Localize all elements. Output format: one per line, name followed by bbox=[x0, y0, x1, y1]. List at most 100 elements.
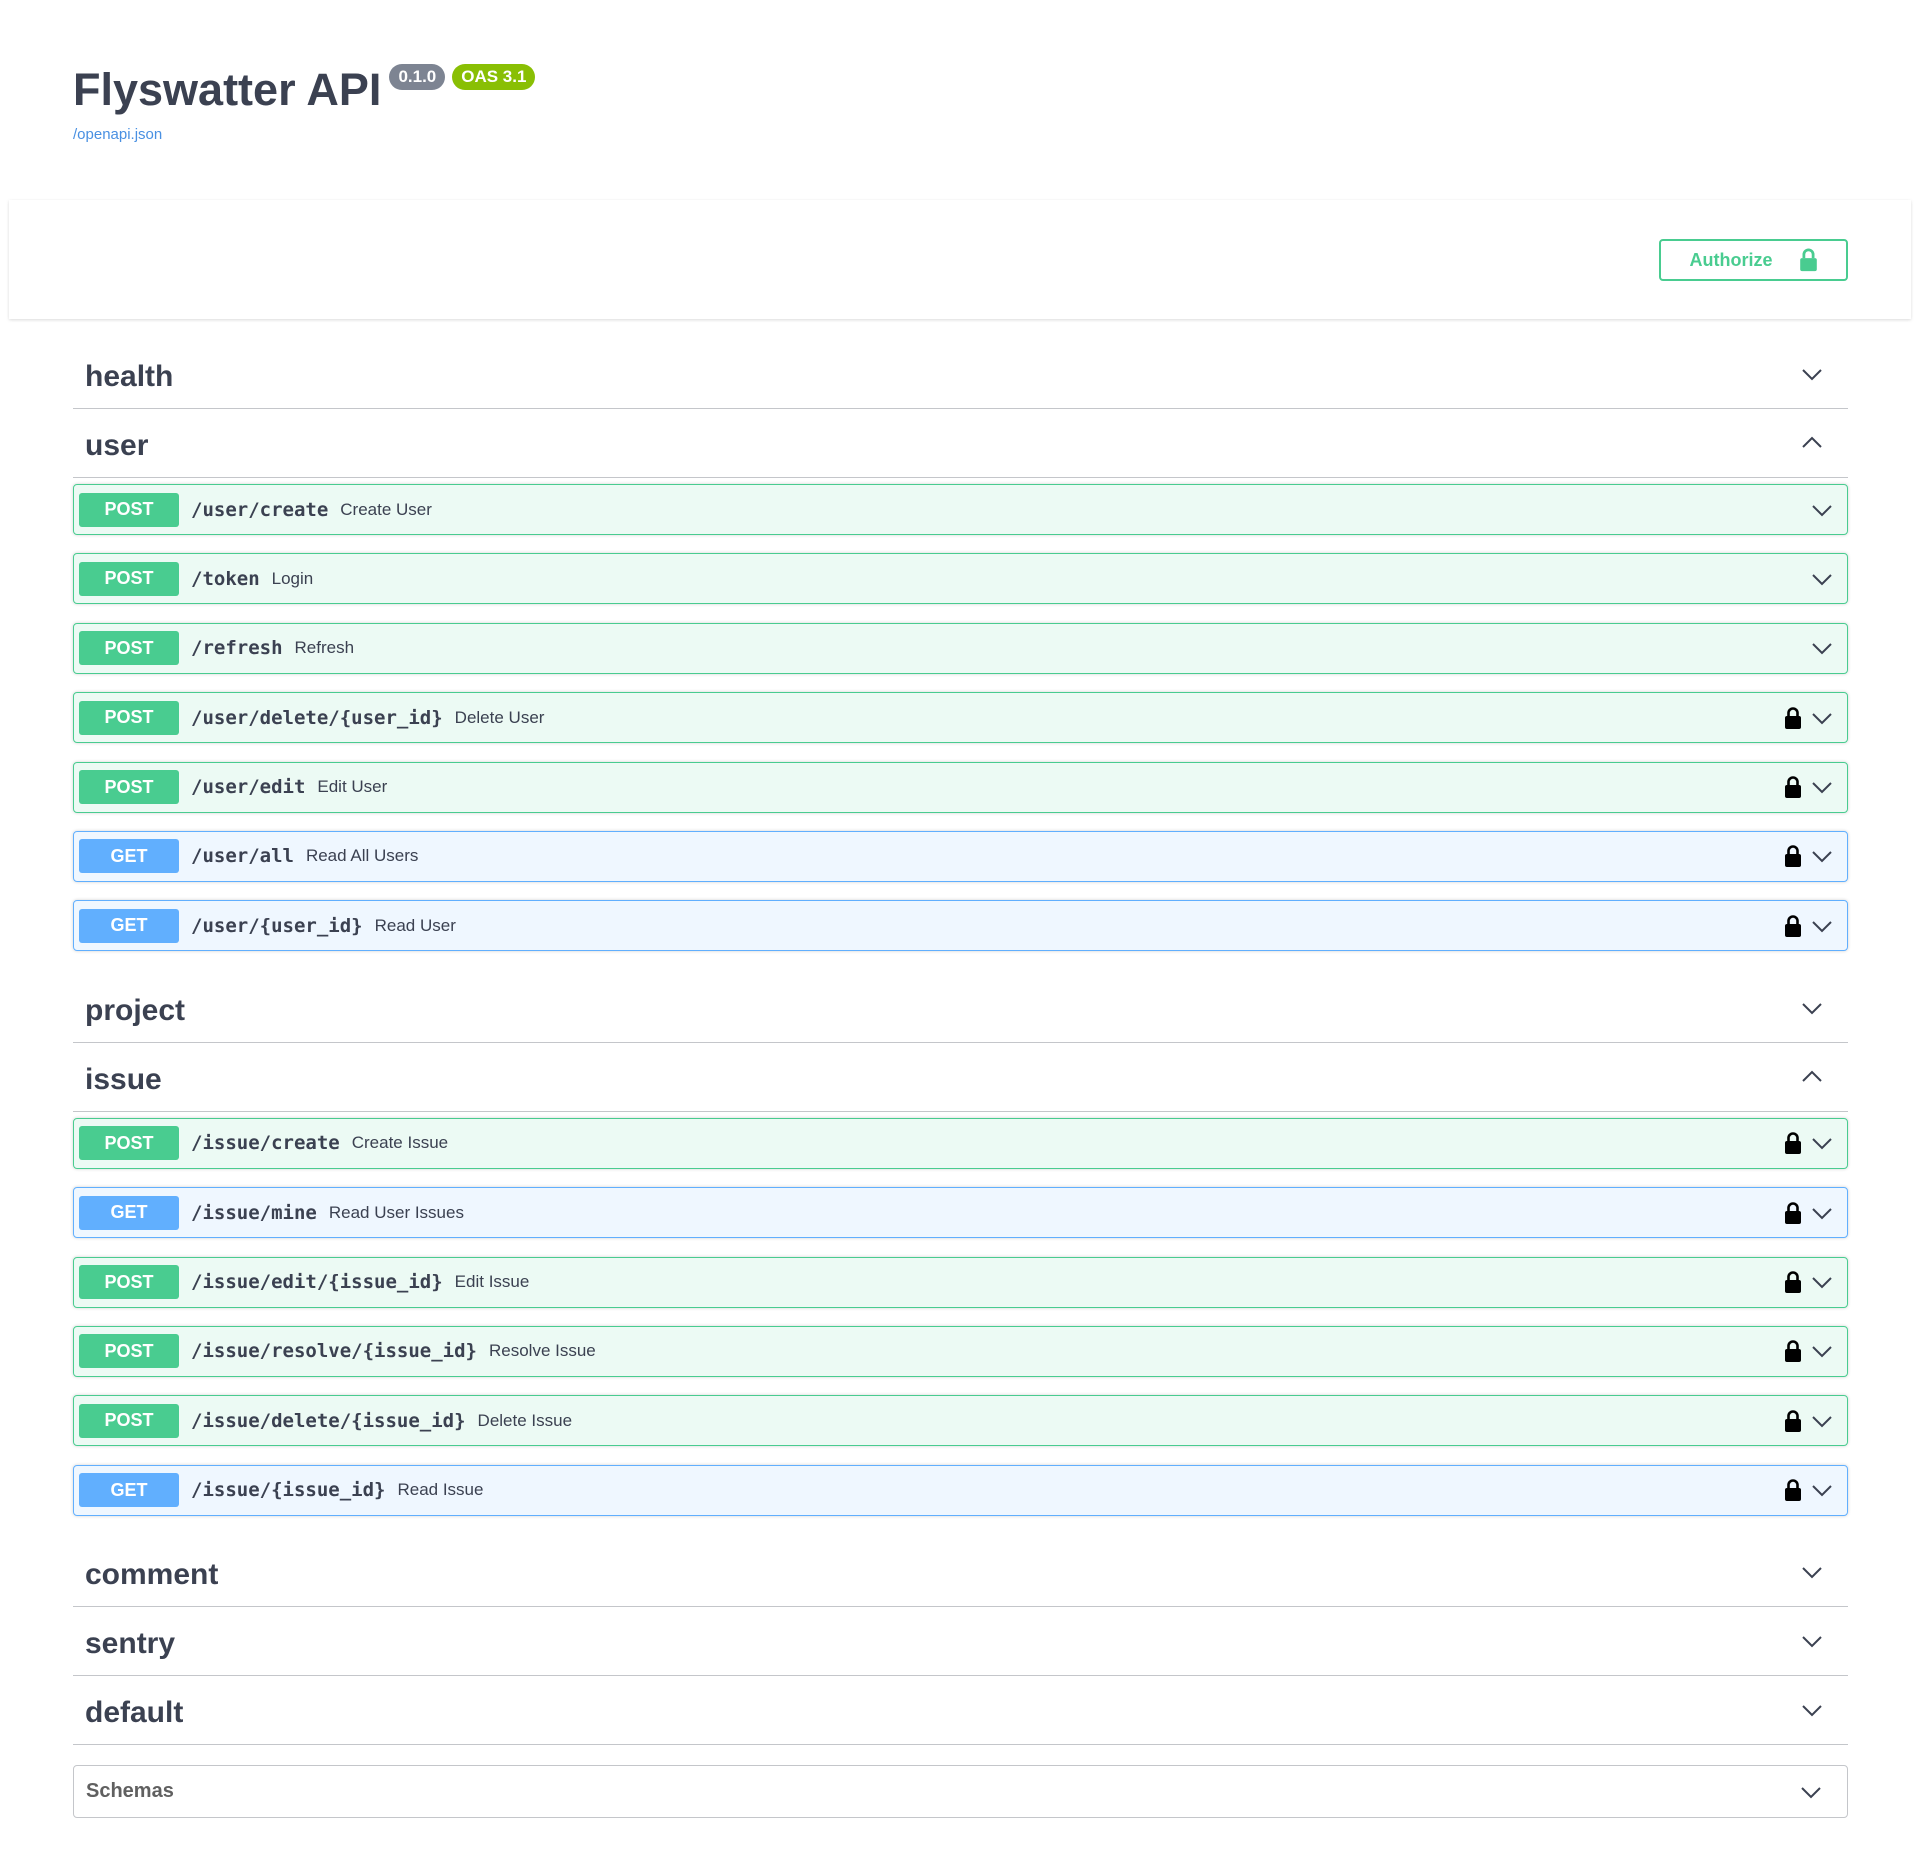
method-badge: POST bbox=[79, 770, 179, 805]
operation-summary: Edit User bbox=[317, 777, 388, 797]
operation-row[interactable]: POST/issue/create Create Issue bbox=[73, 1117, 1848, 1169]
operation-path: /user/{user_id} bbox=[191, 914, 363, 937]
operation-path: /user/all bbox=[191, 845, 294, 868]
tag-header-project[interactable]: project bbox=[73, 974, 1848, 1043]
chevron-down-icon bbox=[1812, 712, 1832, 725]
lock-icon[interactable] bbox=[1784, 706, 1802, 730]
tag-section-project: project bbox=[73, 974, 1848, 1043]
method-badge: GET bbox=[79, 1195, 179, 1230]
operation-row[interactable]: POST/token Login bbox=[73, 553, 1848, 605]
tag-header-sentry[interactable]: sentry bbox=[73, 1607, 1848, 1677]
operation-row[interactable]: POST/issue/delete/{issue_id} Delete Issue bbox=[73, 1395, 1848, 1447]
method-badge: POST bbox=[79, 561, 179, 596]
operation-path: /issue/edit/{issue_id} bbox=[191, 1271, 443, 1294]
lock-icon[interactable] bbox=[1784, 1339, 1802, 1363]
operation-row[interactable]: GET/issue/mine Read User Issues bbox=[73, 1187, 1848, 1239]
operation-path: /refresh bbox=[191, 637, 283, 660]
tag-sections: health user POST/user/create Create User POS… bbox=[73, 340, 1848, 1746]
lock-icon[interactable] bbox=[1784, 775, 1802, 799]
schemas-section[interactable]: Schemas bbox=[73, 1765, 1848, 1818]
operation-row[interactable]: GET/user/all Read All Users bbox=[73, 830, 1848, 882]
operation-summary: Login bbox=[271, 568, 314, 588]
lock-icon[interactable] bbox=[1784, 1409, 1802, 1433]
openapi-json-link[interactable]: /openapi.json bbox=[73, 126, 535, 143]
authorize-button[interactable]: Authorize bbox=[1659, 239, 1848, 281]
chevron-down-icon bbox=[1812, 574, 1832, 586]
operation-path: /issue/mine bbox=[191, 1201, 317, 1224]
chevron-down-icon bbox=[1812, 921, 1832, 933]
operation-controls bbox=[1784, 1339, 1842, 1363]
method-badge: GET bbox=[79, 908, 179, 943]
operation-summary: Read All Users bbox=[305, 846, 419, 866]
operation-controls bbox=[1810, 498, 1842, 522]
tag-header-issue[interactable]: issue bbox=[73, 1043, 1848, 1112]
chevron-down-icon bbox=[1812, 643, 1832, 655]
operation-controls bbox=[1784, 706, 1842, 730]
operation-summary: Create User bbox=[340, 499, 432, 519]
lock-icon[interactable] bbox=[1784, 1131, 1802, 1155]
operation-summary: Delete Issue bbox=[477, 1410, 573, 1430]
lock-icon[interactable] bbox=[1784, 1478, 1802, 1502]
operation-controls bbox=[1810, 567, 1842, 591]
chevron-up-icon bbox=[1802, 436, 1822, 448]
operation-row[interactable]: GET/issue/{issue_id} Read Issue bbox=[73, 1464, 1848, 1516]
method-badge: POST bbox=[79, 492, 179, 527]
title-row: Flyswatter API 0.1.0 OAS 3.1 bbox=[73, 62, 536, 118]
operation-summary: Resolve Issue bbox=[488, 1341, 596, 1361]
operation-row[interactable]: POST/user/create Create User bbox=[73, 484, 1848, 535]
tag-section-sentry: sentry bbox=[73, 1607, 1848, 1677]
operation-path: /user/edit bbox=[191, 776, 306, 799]
oas-badge: OAS 3.1 bbox=[452, 64, 536, 90]
scheme-container: Authorize bbox=[9, 200, 1911, 319]
tag-name: issue bbox=[85, 1062, 162, 1096]
method-badge: POST bbox=[79, 700, 179, 735]
tag-header-comment[interactable]: comment bbox=[73, 1538, 1848, 1608]
operation-controls bbox=[1784, 914, 1842, 938]
operation-summary: Edit Issue bbox=[454, 1272, 530, 1292]
authorize-label: Authorize bbox=[1689, 249, 1773, 270]
method-badge: POST bbox=[79, 1334, 179, 1369]
operation-row[interactable]: POST/refresh Refresh bbox=[73, 622, 1848, 674]
tag-header-user[interactable]: user bbox=[73, 409, 1848, 478]
tag-section-user: user POST/user/create Create User POST/toke… bbox=[73, 409, 1848, 974]
api-info: Flyswatter API 0.1.0 OAS 3.1 /openapi.js… bbox=[73, 62, 536, 143]
operation-controls bbox=[1784, 844, 1842, 868]
method-badge: GET bbox=[79, 839, 179, 874]
tag-section-comment: comment bbox=[73, 1538, 1848, 1608]
operation-controls bbox=[1784, 1270, 1842, 1294]
tag-name: health bbox=[85, 360, 174, 393]
operation-summary: Refresh bbox=[294, 638, 355, 658]
lock-icon bbox=[1799, 248, 1817, 272]
lock-icon[interactable] bbox=[1784, 914, 1802, 938]
operation-path: /issue/delete/{issue_id} bbox=[191, 1409, 466, 1432]
version-badge: 0.1.0 bbox=[389, 64, 446, 90]
chevron-down-icon bbox=[1812, 504, 1832, 516]
lock-icon[interactable] bbox=[1784, 1201, 1802, 1225]
operation-path: /token bbox=[191, 567, 260, 590]
chevron-down-icon bbox=[1801, 1786, 1821, 1798]
operation-summary: Create Issue bbox=[351, 1133, 449, 1153]
lock-icon[interactable] bbox=[1784, 844, 1802, 868]
tag-name: default bbox=[85, 1696, 184, 1730]
chevron-down-icon bbox=[1812, 1207, 1832, 1220]
operation-row[interactable]: POST/user/edit Edit User bbox=[73, 761, 1848, 813]
lock-icon[interactable] bbox=[1784, 1270, 1802, 1294]
operation-row[interactable]: POST/issue/edit/{issue_id} Edit Issue bbox=[73, 1256, 1848, 1308]
operation-path: /user/create bbox=[191, 498, 329, 521]
chevron-down-icon bbox=[1812, 1138, 1832, 1150]
operations-list: POST/issue/create Create Issue GET/issue/m… bbox=[73, 1112, 1848, 1538]
chevron-down-icon bbox=[1812, 1416, 1832, 1428]
chevron-down-icon bbox=[1812, 782, 1832, 794]
tag-header-default[interactable]: default bbox=[73, 1676, 1848, 1746]
chevron-up-icon bbox=[1802, 1070, 1822, 1082]
operation-row[interactable]: GET/user/{user_id} Read User bbox=[73, 900, 1848, 952]
chevron-down-icon bbox=[1812, 1485, 1832, 1497]
operation-summary: Read User Issues bbox=[328, 1202, 464, 1222]
tag-name: sentry bbox=[85, 1627, 176, 1661]
operation-controls bbox=[1784, 1201, 1842, 1225]
operation-controls bbox=[1810, 636, 1842, 660]
operation-row[interactable]: POST/issue/resolve/{issue_id} Resolve Iss… bbox=[73, 1325, 1848, 1377]
operation-path: /issue/create bbox=[191, 1132, 340, 1155]
tag-header-health[interactable]: health bbox=[73, 340, 1848, 409]
operation-row[interactable]: POST/user/delete/{user_id} Delete User bbox=[73, 692, 1848, 744]
